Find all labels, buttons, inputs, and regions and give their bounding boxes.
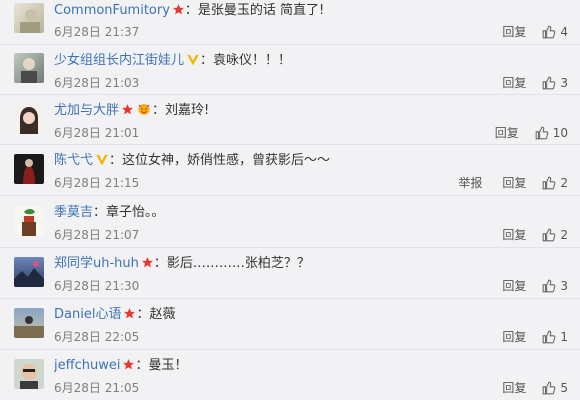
star-badge-icon <box>141 256 154 273</box>
comment-item: CommonFumitory ：是张曼玉的话 简直了! 6月28日 21:37 回… <box>0 0 580 45</box>
star-badge-icon <box>123 307 136 324</box>
reply-button[interactable]: 回复 <box>502 379 526 397</box>
username-link[interactable]: 季莫吉 <box>54 205 93 220</box>
like-button[interactable]: 10 <box>535 124 568 142</box>
like-button[interactable]: 2 <box>542 226 568 244</box>
thumbs-up-icon <box>543 381 556 395</box>
comment-time: 6月28日 22:05 <box>54 330 140 344</box>
comment-text: ：刘嘉玲! <box>152 103 210 118</box>
thumbs-up-icon <box>535 126 549 140</box>
star-badge-icon <box>122 358 135 375</box>
verified-v-icon <box>186 53 200 70</box>
like-count: 10 <box>552 126 568 140</box>
avatar[interactable] <box>14 206 44 236</box>
like-count: 2 <box>560 228 568 242</box>
comment-text: ：赵薇 <box>136 307 176 322</box>
comment-time: 6月28日 21:05 <box>54 381 140 395</box>
comment-item: 郑同学uh-huh ：影后…………张柏芝？？ 6月28日 21:30 回复 3 <box>0 248 580 299</box>
comment-text: ：曼玉！ <box>135 358 188 373</box>
verified-v-icon <box>95 153 109 170</box>
username-link[interactable]: CommonFumitory <box>54 3 170 18</box>
comment-time: 6月28日 21:15 <box>54 176 140 190</box>
comment-text: ：影后…………张柏芝？？ <box>153 256 310 271</box>
comment-item: 少女组组长内江街娃儿 ：袁咏仪！！！ 6月28日 21:03 回复 3 <box>0 45 580 95</box>
avatar[interactable] <box>14 308 44 338</box>
member-face-icon <box>136 102 152 120</box>
comment-time: 6月28日 21:01 <box>54 126 140 140</box>
comment-item: 陈弋弋 ：这位女神，娇俏性感，曾获影后～～ 6月28日 21:15 举报 回复 2 <box>0 145 580 196</box>
thumbs-up-icon <box>543 279 556 293</box>
reply-button[interactable]: 回复 <box>502 277 526 295</box>
avatar[interactable] <box>14 257 44 287</box>
like-button[interactable]: 3 <box>542 277 568 295</box>
star-badge-icon <box>172 3 185 20</box>
comment-text: ：袁咏仪！！！ <box>200 53 292 68</box>
avatar[interactable] <box>14 359 44 389</box>
like-button[interactable]: 1 <box>542 328 568 346</box>
thumbs-up-icon <box>543 25 556 39</box>
comment-time: 6月28日 21:07 <box>54 228 140 242</box>
comment-item: Daniel心语 ：赵薇 6月28日 22:05 回复 1 <box>0 299 580 350</box>
username-link[interactable]: 尤加与大胖 <box>54 103 119 118</box>
comment-text: ：章子怡。。 <box>93 205 165 220</box>
reply-button[interactable]: 回复 <box>502 226 526 244</box>
comment-item: 尤加与大胖 ：刘嘉玲! 6月28日 21:01 回复 10 <box>0 95 580 145</box>
reply-button[interactable]: 回复 <box>495 124 519 142</box>
comment-time: 6月28日 21:30 <box>54 279 140 293</box>
thumbs-up-icon <box>543 330 556 344</box>
comment-text: ：是张曼玉的话 简直了! <box>184 3 325 18</box>
like-button[interactable]: 4 <box>542 23 568 41</box>
avatar[interactable] <box>14 3 44 33</box>
reply-button[interactable]: 回复 <box>502 74 526 92</box>
comment-text: ：这位女神，娇俏性感，曾获影后～～ <box>109 153 331 168</box>
reply-button[interactable]: 回复 <box>502 23 526 41</box>
like-count: 3 <box>560 279 568 293</box>
thumbs-up-icon <box>543 228 556 242</box>
star-badge-icon <box>121 103 134 120</box>
like-count: 2 <box>560 176 568 190</box>
report-button[interactable]: 举报 <box>458 174 482 192</box>
comment-item: 季莫吉：章子怡。。 6月28日 21:07 回复 2 <box>0 196 580 248</box>
like-count: 5 <box>560 381 568 395</box>
like-button[interactable]: 2 <box>542 174 568 192</box>
like-button[interactable]: 5 <box>542 379 568 397</box>
like-count: 3 <box>560 76 568 90</box>
username-link[interactable]: jeffchuwei <box>54 358 120 373</box>
comment-item: jeffchuwei ：曼玉！ 6月28日 21:05 回复 5 <box>0 350 580 400</box>
username-link[interactable]: Daniel心语 <box>54 307 121 322</box>
comment-list: CommonFumitory ：是张曼玉的话 简直了! 6月28日 21:37 回… <box>0 0 580 400</box>
avatar[interactable] <box>14 154 44 184</box>
avatar[interactable] <box>14 104 44 134</box>
username-link[interactable]: 郑同学uh-huh <box>54 256 139 271</box>
thumbs-up-icon <box>543 76 556 90</box>
thumbs-up-icon <box>543 176 556 190</box>
like-count: 4 <box>560 25 568 39</box>
comment-time: 6月28日 21:03 <box>54 76 140 90</box>
like-count: 1 <box>560 330 568 344</box>
reply-button[interactable]: 回复 <box>502 328 526 346</box>
comment-time: 6月28日 21:37 <box>54 25 140 39</box>
like-button[interactable]: 3 <box>542 74 568 92</box>
username-link[interactable]: 陈弋弋 <box>54 153 93 168</box>
reply-button[interactable]: 回复 <box>502 174 526 192</box>
username-link[interactable]: 少女组组长内江街娃儿 <box>54 53 184 68</box>
avatar[interactable] <box>14 53 44 83</box>
